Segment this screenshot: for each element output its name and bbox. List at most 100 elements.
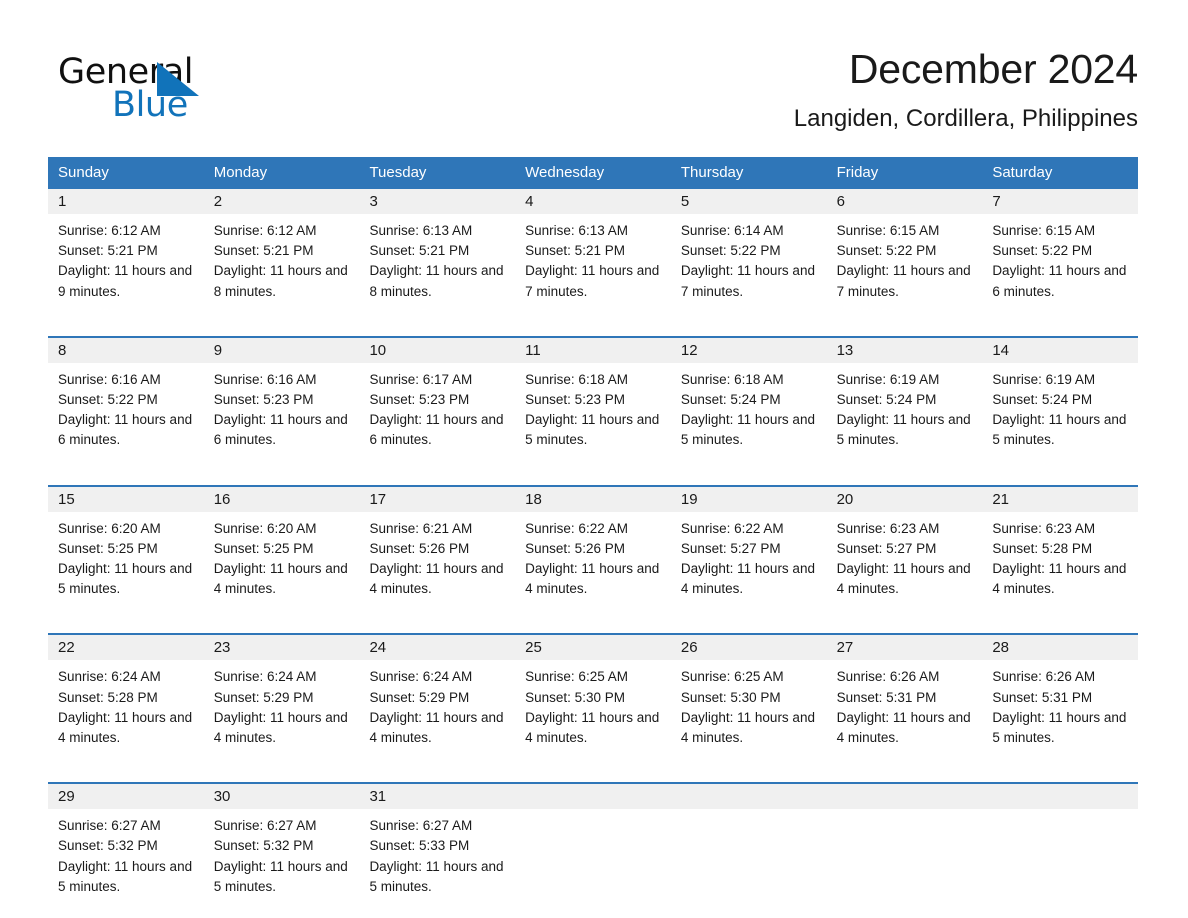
day-cell[interactable]: 8 Sunrise: 6:16 AM Sunset: 5:22 PM Daylight… (48, 337, 204, 463)
weekday-header-saturday: Saturday (992, 164, 1053, 181)
daylight-text: Daylight: 11 hours and 4 minutes. (213, 561, 348, 597)
sunrise-text: Sunrise: 6:18 AM (525, 371, 628, 387)
day-cell[interactable]: 12 Sunrise: 6:18 AM Sunset: 5:24 PM Dayligh… (670, 337, 827, 463)
sunrise-text: Sunrise: 6:25 AM (680, 669, 784, 685)
page-title: December 2024 (848, 46, 1138, 92)
sunset-text: Sunset: 5:22 PM (680, 243, 781, 259)
day-cell[interactable]: 11 Sunrise: 6:18 AM Sunset: 5:23 PM Dayligh… (515, 337, 671, 463)
sunrise-text: Sunrise: 6:24 AM (58, 669, 161, 685)
daylight-text: Daylight: 11 hours and 5 minutes. (525, 412, 660, 448)
day-number: 6 (826, 189, 983, 214)
day-cell[interactable]: 6 Sunrise: 6:15 AM Sunset: 5:22 PM Daylight… (826, 189, 983, 314)
weeks-container: 1 Sunrise: 6:12 AM Sunset: 5:21 PM Daylight… (48, 189, 1139, 909)
day-details: Sunrise: 6:17 AM Sunset: 5:23 PM Daylight:… (359, 363, 515, 451)
day-details: Sunrise: 6:23 AM Sunset: 5:27 PM Daylight:… (827, 512, 983, 600)
day-cell[interactable]: 13 Sunrise: 6:19 AM Sunset: 5:24 PM Dayligh… (826, 337, 983, 463)
day-details: Sunrise: 6:24 AM Sunset: 5:29 PM Daylight:… (204, 660, 360, 748)
day-cell[interactable]: 14 Sunrise: 6:19 AM Sunset: 5:24 PM Dayligh… (982, 337, 1139, 463)
daylight-text: Daylight: 11 hours and 5 minutes. (680, 412, 815, 448)
day-cell[interactable]: 27 Sunrise: 6:26 AM Sunset: 5:31 PM Dayligh… (826, 635, 983, 760)
sunrise-text: Sunrise: 6:18 AM (680, 371, 784, 387)
sunrise-text: Sunrise: 6:26 AM (992, 669, 1096, 685)
daylight-text: Daylight: 11 hours and 4 minutes. (680, 709, 815, 746)
sunset-text: Sunset: 5:23 PM (525, 392, 625, 408)
day-number (826, 784, 983, 810)
day-number: 18 (515, 486, 671, 512)
day-number: 9 (203, 337, 360, 363)
day-number: 4 (515, 189, 671, 214)
day-cell[interactable]: 25 Sunrise: 6:25 AM Sunset: 5:30 PM Dayligh… (515, 635, 671, 760)
sunrise-text: Sunrise: 6:20 AM (213, 520, 317, 536)
day-cell[interactable]: 4 Sunrise: 6:13 AM Sunset: 5:21 PM Daylight… (515, 189, 671, 314)
day-details: Sunrise: 6:13 AM Sunset: 5:21 PM Daylight:… (359, 214, 515, 302)
daylight-text: Daylight: 11 hours and 9 minutes. (58, 263, 193, 299)
day-cell[interactable]: 24 Sunrise: 6:24 AM Sunset: 5:29 PM Dayligh… (359, 635, 516, 760)
sunset-text: Sunset: 5:32 PM (58, 838, 158, 854)
sunset-text: Sunset: 5:27 PM (680, 540, 781, 556)
sunset-text: Sunset: 5:32 PM (213, 838, 314, 854)
daylight-text: Daylight: 11 hours and 5 minutes. (992, 412, 1127, 448)
daylight-text: Daylight: 11 hours and 5 minutes. (992, 709, 1127, 746)
weekday-header-sunday: Sunday (58, 164, 109, 181)
day-number: 30 (203, 784, 360, 810)
day-number: 17 (359, 486, 516, 512)
day-cell[interactable]: 18 Sunrise: 6:22 AM Sunset: 5:26 PM Dayligh… (515, 486, 671, 612)
day-cell[interactable]: 7 Sunrise: 6:15 AM Sunset: 5:22 PM Daylight… (982, 189, 1139, 314)
day-cell[interactable]: 23 Sunrise: 6:24 AM Sunset: 5:29 PM Dayligh… (203, 635, 360, 760)
day-details: Sunrise: 6:15 AM Sunset: 5:22 PM Daylight:… (982, 214, 1138, 302)
daylight-text: Daylight: 11 hours and 8 minutes. (213, 263, 348, 299)
day-cell[interactable]: 10 Sunrise: 6:17 AM Sunset: 5:23 PM Dayligh… (359, 337, 516, 463)
daylight-text: Daylight: 11 hours and 5 minutes. (836, 412, 971, 448)
day-details: Sunrise: 6:20 AM Sunset: 5:25 PM Daylight:… (48, 512, 204, 600)
sunrise-text: Sunrise: 6:17 AM (369, 371, 473, 387)
calendar-page: General Blue December 2024 Langiden, Cor… (0, 0, 1188, 918)
week-row: 22 Sunrise: 6:24 AM Sunset: 5:28 PM Dayligh… (48, 633, 1139, 760)
sunrise-text: Sunrise: 6:24 AM (369, 669, 473, 685)
day-cell[interactable]: 2 Sunrise: 6:12 AM Sunset: 5:21 PM Daylight… (203, 189, 360, 314)
day-cell[interactable]: 1 Sunrise: 6:12 AM Sunset: 5:21 PM Daylight… (48, 189, 204, 314)
sunset-text: Sunset: 5:29 PM (369, 689, 470, 705)
daylight-text: Daylight: 11 hours and 4 minutes. (369, 709, 504, 746)
day-cell[interactable]: 29 Sunrise: 6:27 AM Sunset: 5:32 PM Dayligh… (48, 784, 204, 909)
weekday-header-wednesday: Wednesday (525, 164, 605, 181)
sunset-text: Sunset: 5:21 PM (58, 243, 158, 259)
day-details: Sunrise: 6:18 AM Sunset: 5:24 PM Daylight:… (671, 363, 827, 451)
day-details: Sunrise: 6:24 AM Sunset: 5:29 PM Daylight:… (359, 660, 515, 748)
day-cell[interactable]: 16 Sunrise: 6:20 AM Sunset: 5:25 PM Dayligh… (203, 486, 360, 612)
day-cell[interactable]: 5 Sunrise: 6:14 AM Sunset: 5:22 PM Daylight… (670, 189, 827, 314)
day-cell[interactable]: 22 Sunrise: 6:24 AM Sunset: 5:28 PM Dayligh… (48, 635, 204, 760)
day-number: 21 (982, 486, 1139, 512)
day-cell[interactable]: 15 Sunrise: 6:20 AM Sunset: 5:25 PM Dayligh… (48, 486, 204, 612)
sunrise-text: Sunrise: 6:24 AM (213, 669, 317, 685)
sunrise-text: Sunrise: 6:27 AM (213, 818, 317, 834)
day-cell[interactable]: 3 Sunrise: 6:13 AM Sunset: 5:21 PM Daylight… (359, 189, 516, 314)
sunset-text: Sunset: 5:31 PM (992, 689, 1093, 705)
day-cell[interactable]: 9 Sunrise: 6:16 AM Sunset: 5:23 PM Daylight… (203, 337, 360, 463)
day-cell[interactable]: 20 Sunrise: 6:23 AM Sunset: 5:27 PM Dayligh… (826, 486, 983, 612)
sunset-text: Sunset: 5:30 PM (680, 689, 781, 705)
day-details: Sunrise: 6:12 AM Sunset: 5:21 PM Daylight:… (48, 214, 204, 302)
sunset-text: Sunset: 5:23 PM (213, 392, 314, 408)
calendar-grid: Sunday Monday Tuesday Wednesday Thursday… (48, 157, 1139, 909)
day-number: 29 (48, 784, 204, 810)
sunset-text: Sunset: 5:21 PM (213, 243, 314, 259)
day-cell[interactable]: 19 Sunrise: 6:22 AM Sunset: 5:27 PM Dayligh… (670, 486, 827, 612)
day-cell[interactable]: 28 Sunrise: 6:26 AM Sunset: 5:31 PM Dayligh… (982, 635, 1139, 760)
sunrise-text: Sunrise: 6:23 AM (992, 520, 1096, 536)
daylight-text: Daylight: 11 hours and 4 minutes. (836, 561, 971, 597)
day-cell-empty (670, 784, 827, 909)
day-cell[interactable]: 30 Sunrise: 6:27 AM Sunset: 5:32 PM Dayligh… (203, 784, 360, 909)
sunset-text: Sunset: 5:28 PM (992, 540, 1093, 556)
day-cell[interactable]: 17 Sunrise: 6:21 AM Sunset: 5:26 PM Dayligh… (359, 486, 516, 612)
sunset-text: Sunset: 5:22 PM (992, 243, 1093, 259)
sunset-text: Sunset: 5:26 PM (369, 540, 470, 556)
day-cell[interactable]: 31 Sunrise: 6:27 AM Sunset: 5:33 PM Dayligh… (359, 784, 516, 909)
day-details: Sunrise: 6:27 AM Sunset: 5:32 PM Daylight:… (48, 809, 204, 897)
week-row: 1 Sunrise: 6:12 AM Sunset: 5:21 PM Daylight… (48, 189, 1139, 314)
sunset-text: Sunset: 5:25 PM (213, 540, 314, 556)
day-cell[interactable]: 21 Sunrise: 6:23 AM Sunset: 5:28 PM Dayligh… (982, 486, 1139, 612)
day-cell[interactable]: 26 Sunrise: 6:25 AM Sunset: 5:30 PM Dayligh… (670, 635, 827, 760)
sunrise-text: Sunrise: 6:13 AM (369, 223, 473, 238)
sunrise-text: Sunrise: 6:16 AM (213, 371, 317, 387)
weekday-header-monday: Monday (213, 164, 268, 181)
